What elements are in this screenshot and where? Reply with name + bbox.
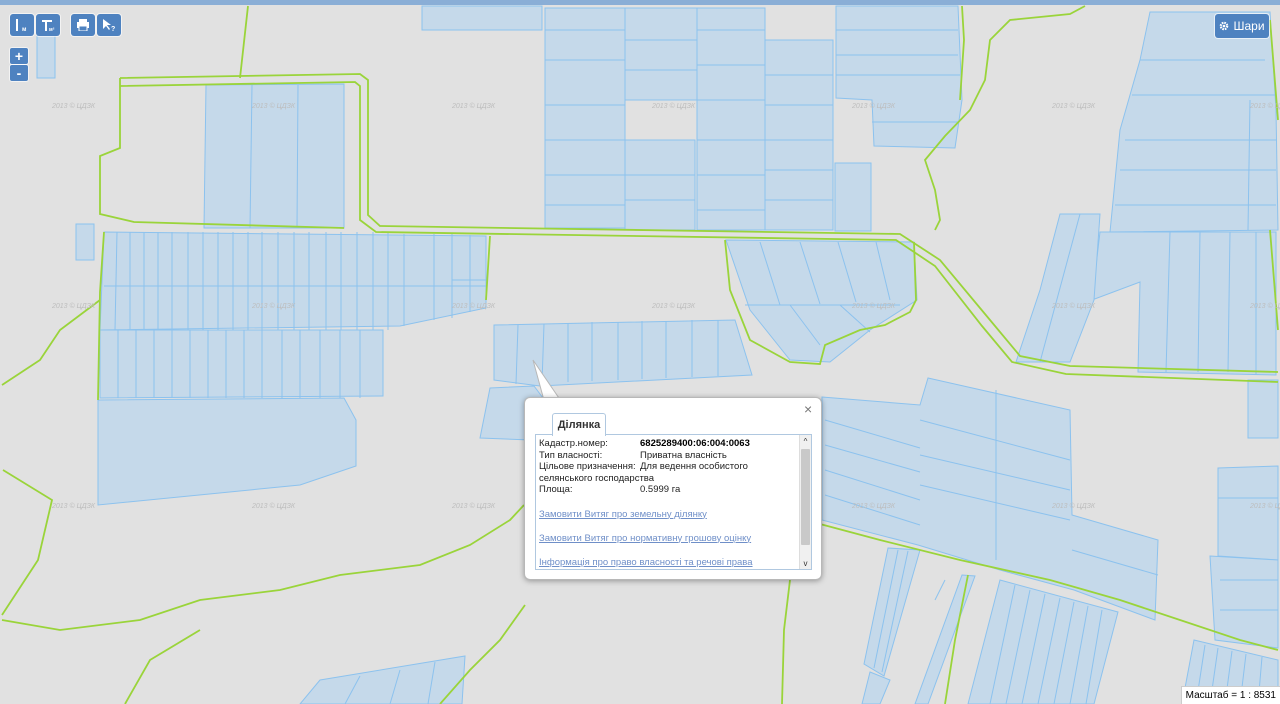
printer-icon[interactable] (71, 14, 95, 36)
field-label: Тип власності: (539, 449, 603, 461)
watermark: 2013 © ЦДЗК (1051, 102, 1096, 110)
parcel (725, 239, 918, 363)
watermark: 2013 © ЦДЗК (51, 302, 96, 310)
parcel (1109, 11, 1279, 233)
watermark: 2013 © ЦДЗК (251, 302, 296, 310)
area-value: 0.5999 га (640, 484, 681, 495)
popup-scrollbar[interactable]: ^ v (799, 435, 811, 569)
parcel (75, 223, 95, 261)
field-area: Площа: 0.5999 га (539, 484, 797, 496)
gear-icon (1220, 21, 1229, 31)
parcel (863, 547, 921, 677)
scrollbar-thumb[interactable] (801, 449, 810, 545)
field-label: Площа: (539, 484, 573, 495)
svg-text:?: ? (111, 26, 115, 32)
watermark: 2013 © ЦДЗК (251, 102, 296, 110)
parcel (861, 671, 891, 704)
field-ownership-type: Тип власності: Приватна власність (539, 450, 797, 462)
parcel (97, 397, 357, 506)
parcel (99, 329, 384, 399)
field-label: Цільове призначення: (539, 461, 636, 472)
layers-button[interactable]: Шари (1215, 14, 1269, 38)
parcel (914, 574, 976, 704)
watermark: 2013 © ЦДЗК (1249, 502, 1280, 510)
popup-panel: Кадастр.номер: 6825289400:06:004:0063 Ти… (535, 434, 812, 570)
field-cadastral-number: Кадастр.номер: 6825289400:06:004:0063 (539, 438, 797, 450)
watermark: 2013 © ЦДЗК (451, 502, 496, 510)
parcel (1015, 213, 1101, 363)
tools-toolbar: ? (71, 14, 121, 36)
parcel (835, 5, 963, 149)
watermark: 2013 © ЦДЗК (1249, 102, 1280, 110)
purpose-value-continuation: селянського господарства (539, 472, 655, 484)
watermark: 2013 © ЦДЗК (851, 102, 896, 110)
order-valuation-extract-link[interactable]: Замовити Витяг про нормативну грошову оц… (539, 533, 797, 544)
zoom-control: + - (10, 48, 28, 81)
cursor-help-icon[interactable]: ? (97, 14, 121, 36)
field-purpose: Цільове призначення: Для ведення особист… (539, 461, 797, 473)
watermark: 2013 © ЦДЗК (51, 502, 96, 510)
ownership-type-value: Приватна власність (640, 449, 727, 461)
tab-parcel[interactable]: Ділянка (552, 413, 606, 436)
parcel (624, 139, 696, 231)
parcel (299, 655, 466, 704)
scale-indicator: Масштаб = 1 : 8531 (1180, 686, 1280, 704)
purpose-value: Для ведення особистого (640, 461, 748, 472)
watermark: 2013 © ЦДЗК (1051, 302, 1096, 310)
cadastral-map[interactable]: 2013 © ЦДЗК 2013 © ЦДЗК 2013 © ЦДЗК 2013… (0, 0, 1280, 704)
parcel (834, 162, 872, 232)
svg-text:м²: м² (49, 27, 55, 32)
watermark: 2013 © ЦДЗК (451, 302, 496, 310)
parcel (967, 579, 1119, 704)
ruler-length-icon[interactable]: м (10, 14, 34, 36)
svg-text:м: м (22, 27, 27, 32)
parcel (1091, 231, 1277, 376)
ownership-rights-info-link[interactable]: Інформація про право власності та речові… (539, 557, 797, 568)
watermark: 2013 © ЦДЗК (851, 302, 896, 310)
scroll-down-icon[interactable]: v (800, 557, 811, 569)
close-icon[interactable]: × (804, 401, 812, 417)
parcel (421, 5, 543, 31)
parcel (624, 7, 698, 101)
watermark: 2013 © ЦДЗК (651, 302, 696, 310)
parcel (1217, 465, 1279, 561)
measure-toolbar: м м² (10, 14, 60, 36)
field-label: Кадастр.номер: (539, 438, 608, 449)
parcel (764, 39, 834, 231)
watermark: 2013 © ЦДЗК (1249, 302, 1280, 310)
watermark: 2013 © ЦДЗК (851, 502, 896, 510)
zoom-in-button[interactable]: + (10, 48, 28, 64)
parcel-info-popup: × Ділянка Кадастр.номер: 6825289400:06:0… (524, 397, 822, 580)
parcel (696, 7, 766, 231)
zoom-out-button[interactable]: - (10, 65, 28, 81)
parcel (544, 7, 626, 229)
parcel-details: Кадастр.номер: 6825289400:06:004:0063 Ти… (539, 438, 797, 568)
watermark: 2013 © ЦДЗК (651, 102, 696, 110)
watermark: 2013 © ЦДЗК (451, 102, 496, 110)
parcel (1247, 379, 1279, 439)
watermark: 2013 © ЦДЗК (51, 102, 96, 110)
scroll-up-icon[interactable]: ^ (800, 435, 811, 447)
layers-label: Шари (1233, 19, 1265, 33)
watermark: 2013 © ЦДЗК (1051, 502, 1096, 510)
ruler-area-icon[interactable]: м² (36, 14, 60, 36)
cadastral-number-value: 6825289400:06:004:0063 (640, 438, 750, 449)
parcel (493, 319, 753, 387)
order-land-extract-link[interactable]: Замовити Витяг про земельну ділянку (539, 509, 797, 520)
parcel (821, 377, 1159, 621)
watermark: 2013 © ЦДЗК (251, 502, 296, 510)
